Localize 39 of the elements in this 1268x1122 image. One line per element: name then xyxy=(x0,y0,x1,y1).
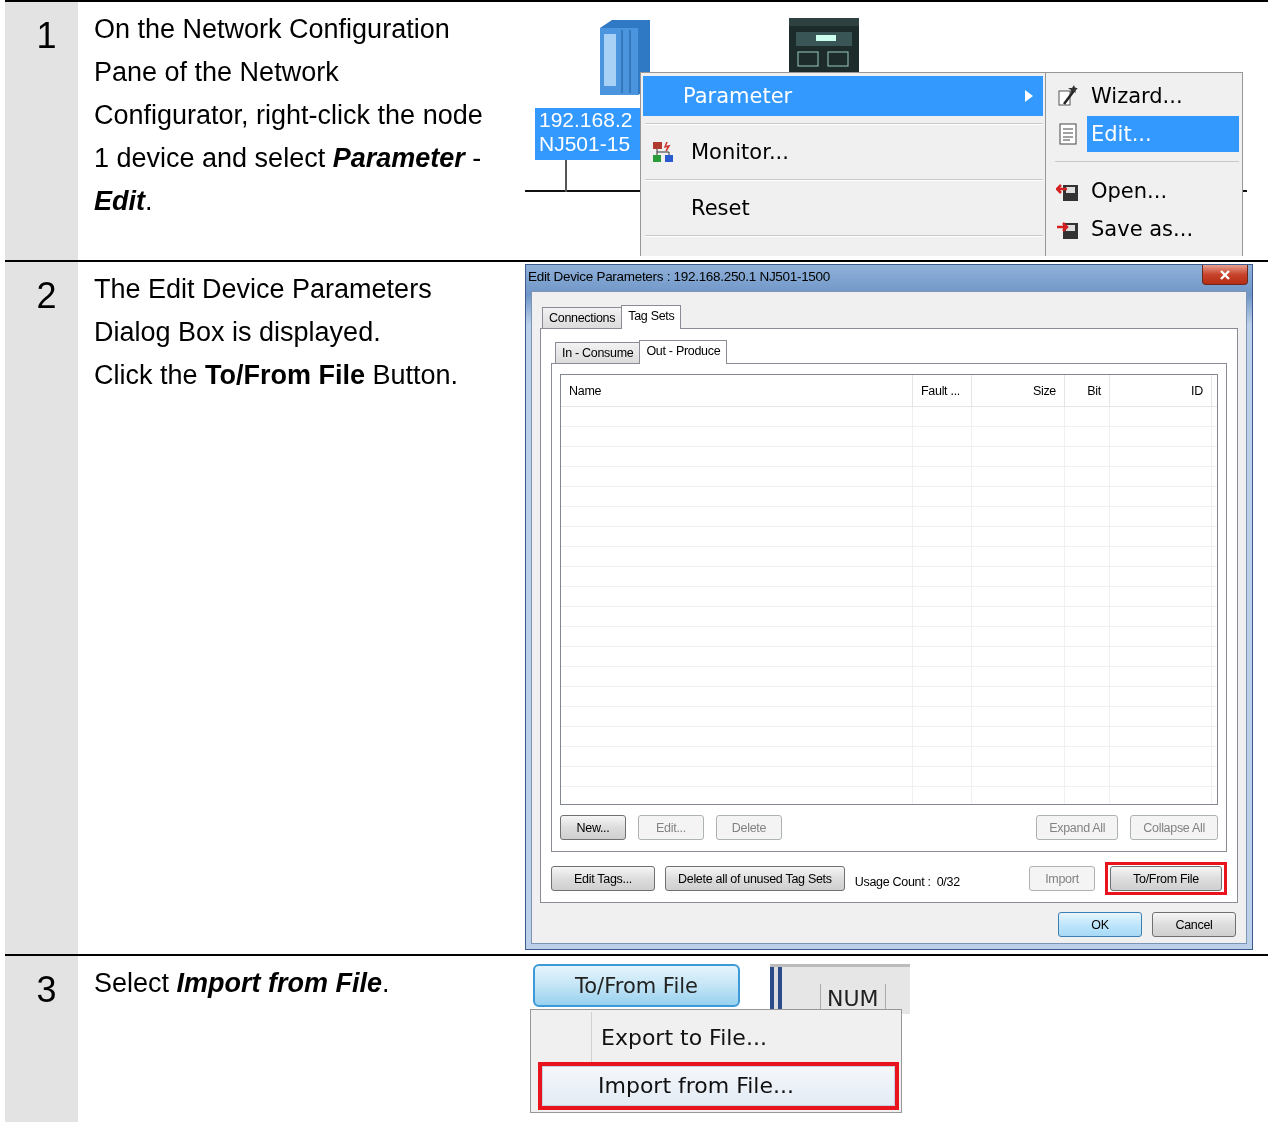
instruction-text: Click the To/From File Button. xyxy=(94,359,460,392)
step-number: 1 xyxy=(35,16,57,56)
dialog-button[interactable]: Edit Tags... xyxy=(551,866,655,891)
dialog-button[interactable]: Delete all of unused Tag Sets xyxy=(665,866,845,891)
dialog-button[interactable]: OK xyxy=(1058,912,1142,937)
tab[interactable]: Connections xyxy=(542,307,623,328)
column-header[interactable]: Size xyxy=(972,375,1065,406)
column-header[interactable]: Fault ... xyxy=(913,375,972,406)
instruction-text: The Edit Device Parameters Dialog Box is displayed. xyxy=(94,273,433,349)
magic-wand-icon xyxy=(1056,84,1080,108)
menu-item[interactable]: Save as... xyxy=(1049,210,1239,248)
menu-item[interactable]: Reset xyxy=(643,188,1043,228)
instruction-text: Select Import from File. xyxy=(94,967,391,1000)
menu-item[interactable]: Import from File... xyxy=(542,1066,895,1106)
column-header[interactable]: Bit xyxy=(1065,375,1110,406)
close-icon xyxy=(1219,269,1231,280)
usage-count-value: 0/32 xyxy=(936,874,960,889)
column-header[interactable]: ID xyxy=(1110,375,1212,406)
menu-item[interactable]: Wizard... xyxy=(1049,77,1239,115)
to-from-file-button[interactable]: To/From File xyxy=(533,964,740,1007)
tab[interactable]: In - Consume xyxy=(555,342,641,363)
menu-item[interactable]: Open... xyxy=(1049,172,1239,210)
network-nodes-icon xyxy=(651,140,675,164)
io-device-icon xyxy=(788,18,860,74)
dialog-button[interactable]: To/From File xyxy=(1110,866,1222,891)
window-title: Edit Device Parameters : 192.168.250.1 NJ501-1500 xyxy=(528,268,830,286)
step-number: 2 xyxy=(35,276,57,316)
column-header[interactable]: Name xyxy=(561,375,913,406)
instruction-text: On the Network Configuration Pane of the Network Configurator, right-click the node 1 device and select Parameter - Edit. xyxy=(94,13,484,218)
step-number: 3 xyxy=(35,970,57,1010)
controller-device-icon xyxy=(598,18,652,96)
dialog-button[interactable]: Cancel xyxy=(1152,912,1236,937)
menu-item[interactable]: Export to File... xyxy=(535,1018,899,1058)
tab[interactable]: Tag Sets xyxy=(621,305,682,329)
usage-count-label: Usage Count : xyxy=(854,874,931,889)
dialog-button[interactable]: New... xyxy=(560,815,626,840)
tab[interactable]: Out - Produce xyxy=(639,340,728,364)
close-button[interactable] xyxy=(1202,265,1248,285)
document-icon xyxy=(1056,122,1080,146)
